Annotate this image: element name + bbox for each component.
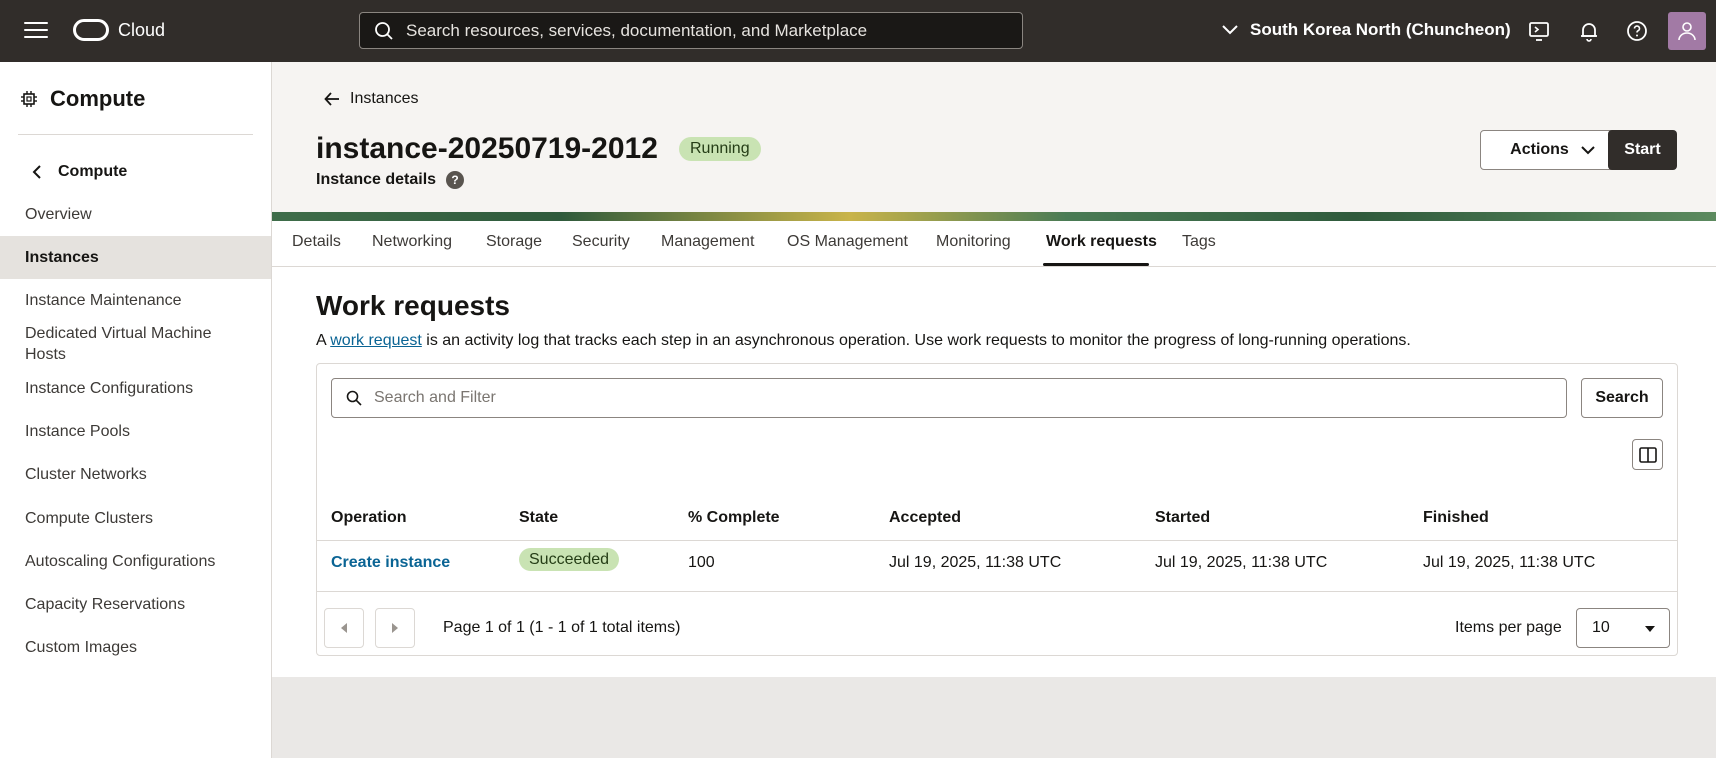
global-search-input[interactable]: Search resources, services, documentatio… (359, 12, 1023, 49)
sidebar: Compute Compute Overview Instances Insta… (0, 62, 272, 758)
arrow-left-icon (324, 92, 339, 106)
desc-suffix: is an activity log that tracks each step… (421, 332, 1411, 349)
tab-management[interactable]: Management (661, 233, 754, 251)
column-header-accepted[interactable]: Accepted (889, 509, 961, 527)
notifications-bell-icon[interactable] (1577, 19, 1601, 43)
sidebar-item-overview[interactable]: Overview (0, 204, 271, 225)
table-header-divider (317, 540, 1677, 541)
tab-work-requests[interactable]: Work requests (1046, 233, 1157, 251)
status-badge: Running (679, 137, 761, 161)
next-page-button[interactable] (375, 608, 415, 648)
sidebar-item-cluster-networks[interactable]: Cluster Networks (0, 464, 271, 485)
tab-os-management[interactable]: OS Management (787, 233, 908, 251)
items-per-page-select[interactable]: 10 (1576, 608, 1670, 648)
search-button[interactable]: Search (1581, 378, 1663, 418)
search-icon (346, 390, 362, 406)
page-subtitle-text: Instance details (316, 171, 437, 188)
sidebar-item-compute-clusters[interactable]: Compute Clusters (0, 508, 271, 529)
tab-networking[interactable]: Networking (372, 233, 452, 251)
compute-chip-icon (21, 91, 37, 107)
tab-tags[interactable]: Tags (1182, 233, 1216, 251)
work-requests-table-panel: Search and Filter Search Operation State… (316, 363, 1678, 656)
work-requests-section: Work requests A work request is an activ… (272, 267, 1716, 677)
breadcrumb-instances[interactable]: Instances (324, 90, 418, 108)
caret-down-icon (1645, 626, 1655, 632)
hamburger-menu-icon[interactable] (24, 22, 48, 40)
sidebar-item-instance-pools[interactable]: Instance Pools (0, 421, 271, 442)
tab-storage[interactable]: Storage (486, 233, 542, 251)
column-header-operation[interactable]: Operation (331, 509, 407, 527)
sidebar-item-capacity-reservations[interactable]: Capacity Reservations (0, 594, 271, 615)
help-circle-icon[interactable]: ? (446, 171, 465, 189)
sidebar-item-autoscaling-configurations[interactable]: Autoscaling Configurations (0, 551, 271, 572)
work-request-link[interactable]: work request (330, 332, 422, 349)
desc-prefix: A (316, 332, 331, 349)
region-selector[interactable]: South Korea North (Chuncheon) (1222, 20, 1511, 40)
page-subtitle: Instance details ? (316, 171, 465, 189)
chevron-left-icon (32, 165, 41, 179)
create-instance-link[interactable]: Create instance (331, 554, 450, 571)
previous-page-button[interactable] (324, 608, 364, 648)
caret-right-icon (392, 623, 398, 633)
table-row-operation: Create instance (331, 554, 450, 572)
column-header-complete[interactable]: % Complete (688, 509, 780, 527)
tab-bar: Details Networking Storage Security Mana… (272, 221, 1716, 267)
sidebar-item-instance-maintenance[interactable]: Instance Maintenance (0, 290, 271, 311)
section-description: A work request is an activity log that t… (316, 332, 1411, 350)
sidebar-header: Compute (20, 86, 145, 112)
column-header-finished[interactable]: Finished (1423, 509, 1489, 527)
section-title: Work requests (316, 290, 510, 321)
active-tab-indicator (1043, 263, 1149, 266)
items-per-page-label: Items per page (1455, 619, 1562, 636)
search-icon (375, 21, 393, 40)
sidebar-item-custom-images[interactable]: Custom Images (0, 637, 271, 658)
column-header-started[interactable]: Started (1155, 509, 1210, 527)
table-row-accepted: Jul 19, 2025, 11:38 UTC (889, 554, 1062, 571)
global-search-placeholder: Search resources, services, documentatio… (406, 20, 868, 40)
tab-security[interactable]: Security (572, 233, 630, 251)
brand-name[interactable]: Cloud (118, 20, 165, 41)
search-filter-placeholder: Search and Filter (374, 389, 496, 406)
actions-button[interactable]: Actions (1480, 130, 1625, 170)
search-filter-input[interactable]: Search and Filter (331, 378, 1567, 418)
table-row-started: Jul 19, 2025, 11:38 UTC (1155, 554, 1328, 571)
top-navigation-bar: Cloud Search resources, services, docume… (0, 0, 1716, 62)
table-row-finished: Jul 19, 2025, 11:38 UTC (1423, 554, 1596, 571)
caret-left-icon (341, 623, 347, 633)
table-row-complete: 100 (688, 554, 715, 571)
sidebar-item-dedicated-vm-hosts[interactable]: Dedicated Virtual Machine Hosts (0, 323, 250, 365)
chevron-down-icon (1581, 145, 1595, 154)
page-header: Instances instance-20250719-2012 Running… (272, 62, 1716, 212)
manage-columns-icon[interactable] (1632, 439, 1663, 470)
sidebar-back-link[interactable]: Compute (32, 163, 127, 181)
succeeded-badge: Succeeded (519, 548, 620, 571)
page-footer-background (272, 677, 1716, 758)
breadcrumb-label: Instances (350, 90, 419, 107)
help-icon[interactable] (1625, 19, 1649, 43)
chevron-down-icon (1222, 25, 1238, 35)
oracle-logo-icon[interactable] (73, 19, 109, 41)
main-content: Instances instance-20250719-2012 Running… (272, 62, 1716, 758)
sidebar-back-label: Compute (58, 163, 128, 180)
region-label: South Korea North (Chuncheon) (1250, 20, 1511, 39)
cloud-shell-icon[interactable] (1527, 19, 1551, 43)
user-avatar-icon[interactable] (1668, 12, 1706, 50)
pagination-summary: Page 1 of 1 (1 - 1 of 1 total items) (443, 619, 681, 636)
table-row-divider (317, 591, 1677, 592)
decorative-banner (272, 212, 1716, 221)
tab-monitoring[interactable]: Monitoring (936, 233, 1011, 251)
column-header-state[interactable]: State (519, 509, 558, 527)
sidebar-divider (18, 134, 253, 135)
table-row-state: Succeeded (519, 548, 620, 571)
sidebar-item-instance-configurations[interactable]: Instance Configurations (0, 378, 271, 399)
sidebar-title: Compute (50, 86, 146, 111)
items-per-page-value: 10 (1592, 619, 1610, 636)
actions-button-label: Actions (1510, 141, 1569, 158)
sidebar-item-instances[interactable]: Instances (0, 236, 271, 279)
page-title: instance-20250719-2012 (316, 132, 658, 165)
start-button[interactable]: Start (1608, 130, 1677, 170)
tab-details[interactable]: Details (292, 233, 341, 251)
